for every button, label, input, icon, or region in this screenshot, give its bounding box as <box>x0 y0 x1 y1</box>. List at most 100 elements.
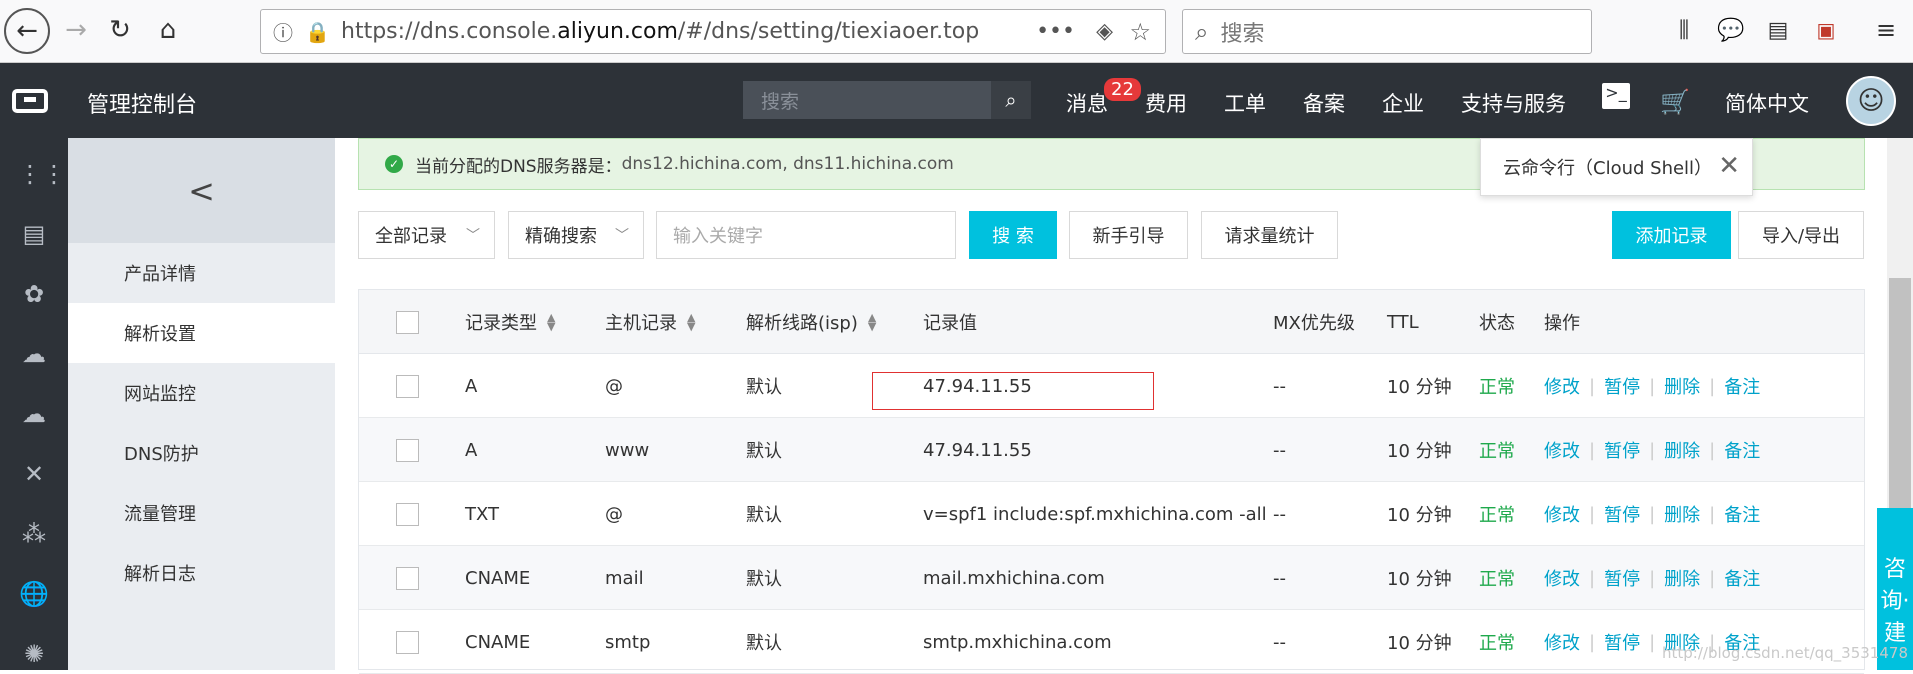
sort-icon[interactable]: ▲ ▼ <box>868 312 876 332</box>
sidebar-item-site-monitor[interactable]: 网站监控 <box>68 363 335 423</box>
add-record-button[interactable]: 添加记录 <box>1612 211 1731 259</box>
console-search-input[interactable]: 搜索 <box>743 81 1031 119</box>
edit-link[interactable]: 修改 <box>1544 565 1580 591</box>
request-stats-button[interactable]: 请求量统计 <box>1201 211 1338 259</box>
nodes-icon[interactable]: ⁂ <box>18 520 50 548</box>
pause-link[interactable]: 暂停 <box>1604 629 1640 655</box>
sidebar-item-dns-settings[interactable]: 解析设置 <box>68 303 335 363</box>
browser-search-input[interactable]: ⌕ 搜索 <box>1182 9 1592 54</box>
col-host[interactable]: 主机记录 ▲ ▼ <box>605 290 695 354</box>
nav-billing[interactable]: 费用 <box>1145 88 1187 118</box>
match-mode-select[interactable]: 精确搜索 ﹀ <box>508 211 644 259</box>
cloud-icon[interactable]: ☁ <box>18 340 50 368</box>
bookmark-star-icon[interactable]: ☆ <box>1129 18 1151 46</box>
collapse-chevron-left-icon[interactable]: < <box>68 138 335 243</box>
cell-line: 默认 <box>746 505 782 526</box>
cell-ttl: 10 分钟 <box>1387 569 1452 590</box>
network-icon[interactable]: ✕ <box>18 460 50 488</box>
note-link[interactable]: 备注 <box>1724 565 1760 591</box>
back-button[interactable]: ← <box>4 8 50 54</box>
sidebar-item-product-details[interactable]: 产品详情 <box>68 243 335 303</box>
sort-icon[interactable]: ▲ ▼ <box>547 312 555 332</box>
extension-icon[interactable]: ▣ <box>1806 10 1846 50</box>
apps-grid-icon[interactable]: ⋮⋮⋮ <box>18 160 90 188</box>
sidebar-item-traffic[interactable]: 流量管理 <box>68 483 335 543</box>
delete-link[interactable]: 删除 <box>1664 437 1700 463</box>
cell-status: 正常 <box>1479 441 1515 462</box>
keyword-input[interactable]: 输入关键字 <box>656 211 956 259</box>
delete-link[interactable]: 删除 <box>1664 501 1700 527</box>
nav-tickets[interactable]: 工单 <box>1224 88 1266 118</box>
url-bar[interactable]: ⓘ 🔒 https://dns.console.aliyun.com/#/dns… <box>260 9 1166 54</box>
pocket-icon[interactable]: ◈ <box>1096 19 1113 44</box>
col-line[interactable]: 解析线路(isp) ▲ ▼ <box>746 290 876 354</box>
pause-link[interactable]: 暂停 <box>1604 565 1640 591</box>
delete-link[interactable]: 删除 <box>1664 565 1700 591</box>
import-export-button[interactable]: 导入/导出 <box>1738 211 1864 259</box>
cell-status: 正常 <box>1479 569 1515 590</box>
cluster-icon[interactable]: ✿ <box>18 280 50 308</box>
edit-link[interactable]: 修改 <box>1544 501 1580 527</box>
notice-label: 当前分配的DNS服务器是： <box>415 156 622 177</box>
home-button[interactable]: ⌂ <box>148 10 188 50</box>
edit-link[interactable]: 修改 <box>1544 629 1580 655</box>
cell-status: 正常 <box>1479 505 1515 526</box>
record-filter-value: 全部记录 <box>375 226 447 247</box>
nav-support[interactable]: 支持与服务 <box>1461 88 1566 118</box>
avatar[interactable]: ☺ <box>1846 76 1896 126</box>
library-icon[interactable]: ⫼ <box>1664 10 1704 50</box>
pause-link[interactable]: 暂停 <box>1604 437 1640 463</box>
guide-button[interactable]: 新手引导 <box>1069 211 1188 259</box>
delete-link[interactable]: 删除 <box>1664 373 1700 399</box>
cloud-shell-icon[interactable]: >_ <box>1602 83 1630 109</box>
nav-filing[interactable]: 备案 <box>1303 88 1345 118</box>
row-checkbox[interactable] <box>396 631 419 654</box>
action-separator: | <box>1589 503 1596 525</box>
sidebar-item-dns-protection[interactable]: DNS防护 <box>68 423 335 483</box>
pause-link[interactable]: 暂停 <box>1604 501 1640 527</box>
search-icon[interactable]: ⌕ <box>991 81 1031 119</box>
cart-icon[interactable]: 🛒 <box>1660 88 1690 116</box>
console-title[interactable]: 管理控制台 <box>87 87 197 119</box>
nav-enterprise[interactable]: 企业 <box>1382 88 1424 118</box>
edit-link[interactable]: 修改 <box>1544 437 1580 463</box>
lock-icon: 🔒 <box>305 19 330 44</box>
cloud-upload-icon[interactable]: ☁ <box>18 400 50 428</box>
row-checkbox[interactable] <box>396 503 419 526</box>
cell-mx: -- <box>1273 375 1286 397</box>
info-icon[interactable]: ⓘ <box>273 17 293 46</box>
note-link[interactable]: 备注 <box>1724 437 1760 463</box>
notice-servers: dns12.hichina.com, dns11.hichina.com <box>621 154 954 174</box>
sidebar-icon[interactable]: ▤ <box>1758 10 1798 50</box>
bug-icon[interactable]: ✺ <box>18 640 50 668</box>
sort-icon[interactable]: ▲ ▼ <box>687 312 695 332</box>
more-icon[interactable]: ••• <box>1036 19 1075 44</box>
server-icon[interactable]: ▤ <box>18 220 50 248</box>
nav-language[interactable]: 简体中文 <box>1725 88 1809 118</box>
edit-link[interactable]: 修改 <box>1544 373 1580 399</box>
nav-messages[interactable]: 消息 <box>1066 88 1108 118</box>
pause-link[interactable]: 暂停 <box>1604 373 1640 399</box>
cell-type: CNAME <box>465 631 531 653</box>
note-link[interactable]: 备注 <box>1724 373 1760 399</box>
reload-button[interactable]: ↻ <box>100 10 140 50</box>
icon-rail: ⋮⋮⋮ ▤ ✿ ☁ ☁ ✕ ⁂ 🌐 ✺ <box>0 138 90 670</box>
chat-icon[interactable]: 💬 <box>1711 10 1751 50</box>
close-icon[interactable]: ✕ <box>1718 151 1740 181</box>
col-record-type[interactable]: 记录类型 ▲ ▼ <box>465 290 555 354</box>
globe-icon[interactable]: 🌐 <box>18 580 50 608</box>
row-checkbox[interactable] <box>396 567 419 590</box>
note-link[interactable]: 备注 <box>1724 501 1760 527</box>
row-actions: 修改 | 暂停 | 删除 | 备注 <box>1544 546 1760 610</box>
aliyun-logo-icon[interactable] <box>12 89 48 113</box>
menu-icon[interactable]: ≡ <box>1866 10 1906 50</box>
forward-button[interactable]: → <box>56 10 96 50</box>
row-checkbox[interactable] <box>396 375 419 398</box>
cell-mx: -- <box>1273 567 1286 589</box>
record-filter-select[interactable]: 全部记录 ﹀ <box>358 211 495 259</box>
select-all-checkbox[interactable] <box>396 311 419 334</box>
search-button[interactable]: 搜 索 <box>969 211 1057 259</box>
cell-line: 默认 <box>746 441 782 462</box>
sidebar-item-logs[interactable]: 解析日志 <box>68 543 335 603</box>
row-checkbox[interactable] <box>396 439 419 462</box>
